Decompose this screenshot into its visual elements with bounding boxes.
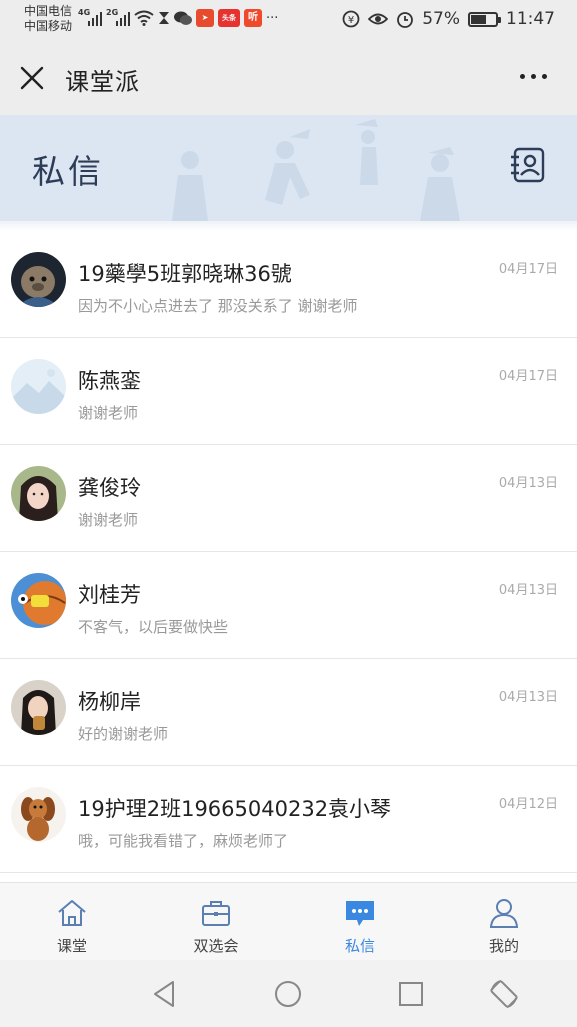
- carrier-names: 中国电信 中国移动: [24, 4, 72, 34]
- alarm-icon: [397, 12, 414, 28]
- avatar: [11, 573, 66, 628]
- signal-icon: 4G: [78, 8, 102, 26]
- status-bar: 中国电信 中国移动 4G 2G ➤ 头条 听 ··· ¥ 57% 11:47: [0, 0, 577, 40]
- page-header-banner: 私信: [0, 115, 577, 221]
- signal-icon-2: 2G: [106, 8, 130, 26]
- close-icon[interactable]: [18, 64, 46, 92]
- tab-label: 双选会: [193, 937, 239, 955]
- message-preview: 哦，可能我看错了，麻烦老师了: [78, 832, 289, 850]
- contact-name: 19藥學5班郭晓琳36號: [78, 262, 292, 286]
- send-app-icon: ➤: [196, 9, 214, 27]
- carrier-2: 中国移动: [24, 19, 73, 33]
- message-date: 04月13日: [498, 583, 558, 598]
- avatar: [11, 466, 66, 521]
- clock-time: 11:47: [506, 9, 555, 29]
- header-divider: [0, 221, 577, 231]
- tab-label: 我的: [488, 937, 519, 955]
- data-saver-icon: ¥: [342, 10, 360, 28]
- tab-messages[interactable]: 私信: [288, 883, 432, 961]
- back-icon[interactable]: [149, 978, 181, 1010]
- message-row[interactable]: 杨柳岸 好的谢谢老师 04月13日: [0, 659, 577, 766]
- message-row[interactable]: 19护理2班19665040232袁小琴 哦，可能我看错了，麻烦老师了 04月1…: [0, 766, 577, 873]
- status-right-icons: ¥ 57% 11:47: [342, 9, 555, 29]
- message-preview: 因为不小心点进去了 那没关系了 谢谢老师: [78, 297, 358, 315]
- title-bar: 课堂派: [0, 40, 577, 115]
- more-notifications-icon: ···: [266, 10, 279, 26]
- person-icon: [489, 899, 519, 928]
- message-row[interactable]: 19藥學5班郭晓琳36號 因为不小心点进去了 那没关系了 谢谢老师 04月17日: [0, 231, 577, 338]
- rotate-screen-icon[interactable]: [488, 978, 520, 1010]
- tab-classroom[interactable]: 课堂: [0, 883, 144, 961]
- avatar: [11, 252, 66, 307]
- message-preview: 好的谢谢老师: [78, 725, 169, 743]
- message-list: 19藥學5班郭晓琳36號 因为不小心点进去了 那没关系了 谢谢老师 04月17日…: [0, 231, 577, 873]
- message-row[interactable]: 陈燕銮 谢谢老师 04月17日: [0, 338, 577, 445]
- eye-icon: [368, 13, 389, 25]
- bottom-tab-bar: 课堂 双选会 私信 我的: [0, 882, 577, 960]
- message-date: 04月12日: [498, 797, 558, 812]
- more-options-button[interactable]: [520, 74, 547, 79]
- contact-name: 陈燕銮: [78, 369, 141, 393]
- hourglass-icon: [159, 12, 169, 24]
- contact-name: 杨柳岸: [78, 690, 141, 714]
- message-date: 04月13日: [498, 690, 558, 705]
- message-preview: 不客气，以后要做快些: [78, 618, 229, 636]
- status-left-icons: 4G 2G ➤ 头条 听 ···: [78, 8, 279, 27]
- toutiao-icon: 头条: [218, 9, 240, 27]
- message-date: 04月17日: [498, 262, 558, 277]
- graduation-illustration: [172, 119, 460, 221]
- carrier-1: 中国电信: [24, 4, 73, 18]
- contacts-icon[interactable]: [509, 145, 549, 185]
- message-preview: 谢谢老师: [78, 511, 139, 529]
- listen-app-icon: 听: [244, 9, 262, 27]
- battery-icon: [468, 11, 501, 27]
- message-row[interactable]: 刘桂芳 不客气，以后要做快些 04月13日: [0, 552, 577, 659]
- tab-profile[interactable]: 我的: [432, 883, 576, 961]
- page-title: 私信: [32, 152, 104, 191]
- avatar: [11, 359, 66, 414]
- briefcase-icon: [202, 901, 230, 926]
- chat-bubble-icon: [346, 901, 374, 926]
- message-date: 04月13日: [498, 476, 558, 491]
- message-date: 04月17日: [498, 369, 558, 384]
- message-preview: 谢谢老师: [78, 404, 139, 422]
- message-row[interactable]: 龚俊玲 谢谢老师 04月13日: [0, 445, 577, 552]
- svg-text:¥: ¥: [348, 15, 354, 26]
- recent-apps-icon[interactable]: [395, 978, 427, 1010]
- tab-label: 课堂: [56, 937, 87, 955]
- contact-name: 龚俊玲: [78, 476, 141, 500]
- wechat-icon: [174, 11, 192, 25]
- wifi-icon: [134, 10, 154, 26]
- contact-name: 19护理2班19665040232袁小琴: [78, 797, 392, 821]
- tab-job-fair[interactable]: 双选会: [144, 883, 288, 961]
- tab-label: 私信: [344, 937, 375, 955]
- app-title: 课堂派: [65, 68, 140, 96]
- avatar: [11, 787, 66, 842]
- system-navigation-bar: [0, 960, 577, 1027]
- avatar: [11, 680, 66, 735]
- contact-name: 刘桂芳: [78, 583, 141, 607]
- home-icon: [58, 900, 86, 926]
- home-circle-icon[interactable]: [272, 978, 304, 1010]
- battery-percent: 57%: [422, 9, 460, 29]
